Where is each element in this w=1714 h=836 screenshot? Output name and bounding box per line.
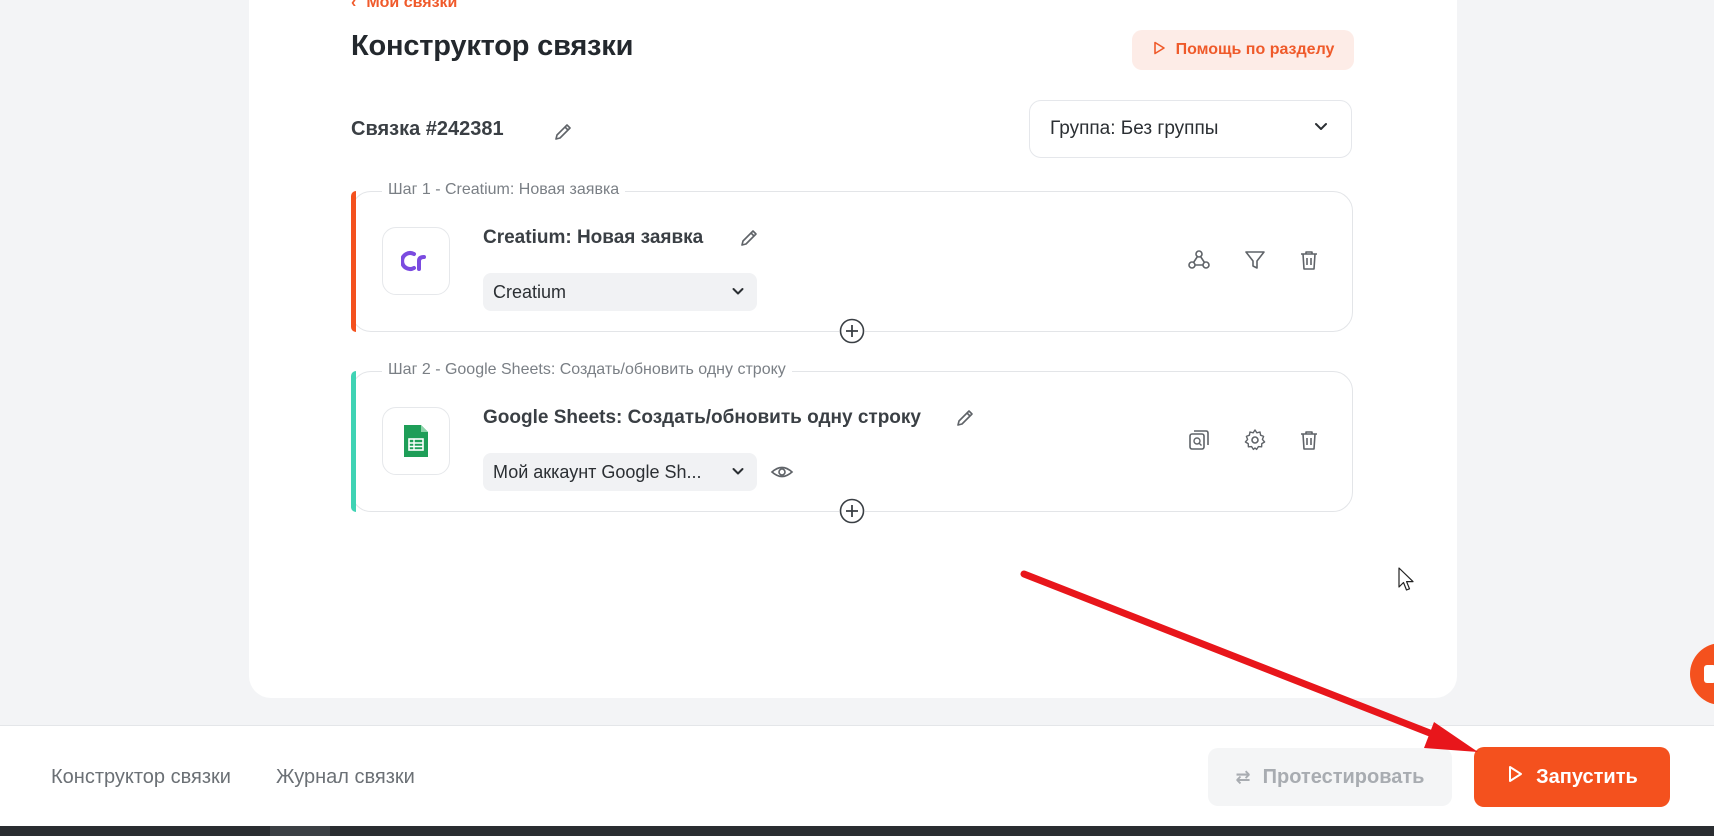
- link-name: Связка #242381: [351, 118, 504, 140]
- step-2-title: Google Sheets: Создать/обновить одну стр…: [483, 407, 921, 428]
- chat-icon: [1704, 665, 1714, 683]
- page-title: Конструктор связки: [351, 30, 634, 62]
- chevron-down-icon: [731, 462, 745, 483]
- gear-icon[interactable]: [1242, 427, 1268, 453]
- step-2-accent: [351, 371, 356, 512]
- edit-step-2-icon[interactable]: [954, 407, 976, 429]
- mouse-cursor-icon: [1398, 567, 1416, 593]
- help-button[interactable]: Помощь по разделу: [1132, 30, 1354, 70]
- edit-step-1-icon[interactable]: [738, 227, 760, 249]
- step-2-account-value: Мой аккаунт Google Sh...: [493, 461, 702, 482]
- taskbar-item[interactable]: [270, 826, 330, 836]
- play-icon: [1506, 765, 1524, 789]
- filter-icon[interactable]: [1242, 247, 1268, 273]
- step-2-card: Шаг 2 - Google Sheets: Создать/обновить …: [351, 361, 1353, 512]
- chevron-left-icon: ‹: [351, 0, 357, 11]
- webhook-icon[interactable]: [1186, 247, 1212, 273]
- test-button-label: Протестировать: [1262, 765, 1425, 788]
- step-2-legend: Шаг 2 - Google Sheets: Создать/обновить …: [382, 361, 792, 379]
- step-2-account-select[interactable]: Мой аккаунт Google Sh...: [483, 453, 757, 491]
- play-icon: [1152, 41, 1166, 60]
- help-button-label: Помощь по разделу: [1175, 41, 1335, 58]
- add-step-button[interactable]: [839, 318, 865, 344]
- step-1-title: Creatium: Новая заявка: [483, 227, 704, 248]
- group-select[interactable]: Группа: Без группы: [1029, 100, 1352, 158]
- google-sheets-icon: [382, 407, 450, 475]
- run-button-label: Запустить: [1536, 765, 1638, 788]
- nav-builder-link[interactable]: Конструктор связки: [51, 766, 231, 789]
- chat-widget-button[interactable]: [1690, 643, 1714, 705]
- edit-link-name-icon[interactable]: [552, 121, 574, 143]
- step-1-account-value: Creatium: [493, 281, 567, 302]
- chevron-down-icon: [731, 282, 745, 303]
- bottom-action-bar: Конструктор связки Журнал связки ⇄ Проте…: [0, 725, 1714, 827]
- step-1-accent: [351, 191, 356, 332]
- chevron-down-icon: [1313, 118, 1329, 140]
- breadcrumb-link[interactable]: Мои связки: [366, 0, 457, 12]
- run-button[interactable]: Запустить: [1474, 747, 1670, 807]
- nav-journal-link[interactable]: Журнал связки: [276, 766, 415, 789]
- step-1-legend: Шаг 1 - Creatium: Новая заявка: [382, 181, 626, 199]
- test-button[interactable]: ⇄ Протестировать: [1208, 748, 1452, 806]
- creatium-logo-icon: [382, 227, 450, 295]
- breadcrumb[interactable]: ‹ Мои связки: [351, 0, 457, 12]
- step-1-account-select[interactable]: Creatium: [483, 273, 757, 311]
- group-select-value: Группа: Без группы: [1050, 118, 1219, 139]
- step-1-card: Шаг 1 - Creatium: Новая заявка Creatium:…: [351, 181, 1353, 332]
- os-taskbar: [0, 826, 1714, 836]
- trash-icon[interactable]: [1296, 427, 1322, 453]
- swap-arrows-icon: ⇄: [1235, 766, 1251, 787]
- add-step-button[interactable]: [839, 498, 865, 524]
- preview-copy-icon[interactable]: [1186, 427, 1212, 453]
- eye-icon[interactable]: [770, 460, 794, 484]
- trash-icon[interactable]: [1296, 247, 1322, 273]
